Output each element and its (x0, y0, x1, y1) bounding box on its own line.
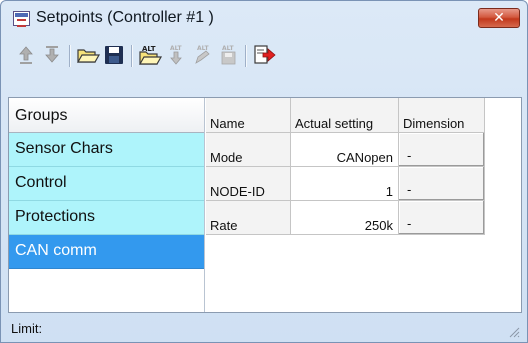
setpoints-window: Setpoints (Controller #1 ) ✕ ALT ALT ALT… (0, 0, 528, 343)
row-name-cell: Rate (206, 201, 291, 235)
row-dimension-button[interactable]: - (399, 133, 485, 167)
alt-move-down-icon[interactable]: ALT (163, 42, 189, 68)
row-value-cell[interactable]: CANopen (291, 133, 399, 167)
setpoints-table: Name Actual setting Dimension Mode CANop… (206, 98, 522, 312)
toolbar-separator (131, 45, 132, 67)
resize-grip-icon[interactable] (506, 324, 520, 338)
groups-list: Groups Sensor Chars Control Protections … (9, 98, 205, 312)
column-header-actual-setting[interactable]: Actual setting (291, 98, 399, 133)
title-bar[interactable]: Setpoints (Controller #1 ) ✕ (1, 1, 527, 37)
toolbar-separator (245, 45, 246, 67)
window-title: Setpoints (Controller #1 ) (36, 9, 214, 26)
alt-badge: ALT (170, 45, 182, 52)
group-item-protections[interactable]: Protections (9, 201, 204, 235)
row-value-cell[interactable]: 250k (291, 201, 399, 235)
row-dimension-button[interactable]: - (399, 167, 485, 201)
alt-badge: ALT (197, 45, 209, 52)
toolbar-separator (69, 45, 70, 67)
close-button[interactable]: ✕ (478, 8, 520, 28)
row-name-cell: Mode (206, 133, 291, 167)
group-item-sensor-chars[interactable]: Sensor Chars (9, 133, 204, 167)
move-down-icon[interactable] (39, 42, 65, 68)
move-up-icon[interactable] (13, 42, 39, 68)
export-icon[interactable] (251, 42, 277, 68)
column-header-name[interactable]: Name (206, 98, 291, 133)
app-icon (13, 11, 30, 27)
open-folder-icon[interactable] (75, 42, 101, 68)
row-dimension-button[interactable]: - (399, 201, 485, 235)
status-bar: Limit: (7, 318, 522, 340)
alt-edit-icon[interactable]: ALT (189, 42, 215, 68)
alt-open-folder-icon[interactable]: ALT (137, 42, 163, 68)
alt-badge: ALT (142, 45, 156, 53)
group-item-can-comm[interactable]: CAN comm (9, 235, 204, 269)
toolbar: ALT ALT ALT ALT (7, 37, 521, 79)
status-label: Limit: (11, 321, 43, 336)
column-header-dimension[interactable]: Dimension (399, 98, 485, 133)
setpoints-panel: Groups Sensor Chars Control Protections … (8, 97, 522, 313)
groups-header: Groups (9, 98, 204, 133)
group-item-control[interactable]: Control (9, 167, 204, 201)
alt-save-icon[interactable]: ALT (215, 42, 241, 68)
row-value-cell[interactable]: 1 (291, 167, 399, 201)
row-name-cell: NODE-ID (206, 167, 291, 201)
alt-badge: ALT (222, 45, 234, 52)
close-icon: ✕ (493, 10, 505, 26)
save-icon[interactable] (101, 42, 127, 68)
